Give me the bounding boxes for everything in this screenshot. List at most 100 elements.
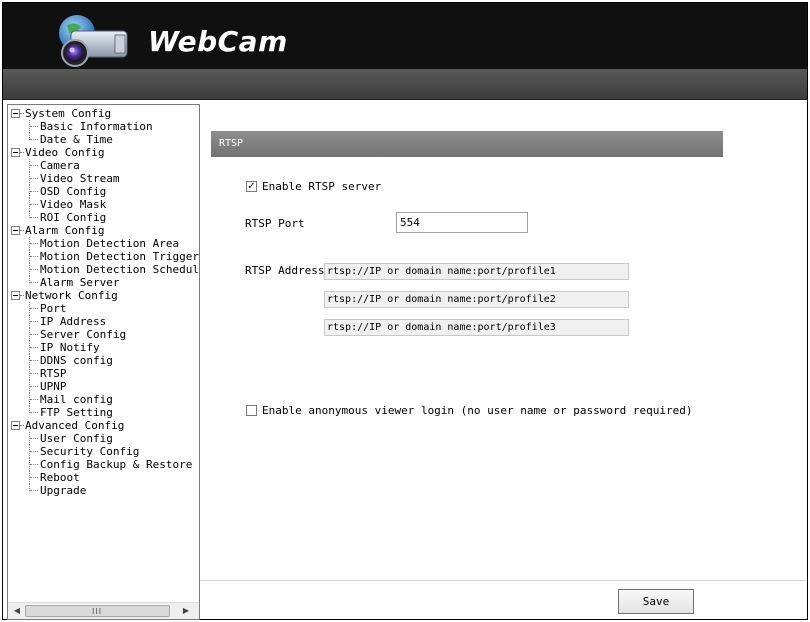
tree-item-port[interactable]: Port (8, 302, 199, 315)
tree-item-ip-address[interactable]: IP Address (8, 315, 199, 328)
tree-item-label: ROI Config (40, 211, 107, 224)
tree-connector (30, 321, 38, 322)
tree-item-label: Upgrade (40, 484, 87, 497)
tree-connector (30, 308, 38, 309)
tree-item-security-config[interactable]: Security Config (8, 445, 199, 458)
anonymous-login-checkbox[interactable] (246, 405, 257, 416)
tree-item-label: Video Mask (40, 198, 107, 211)
rtsp-address-field-3[interactable]: rtsp://IP or domain name:port/profile3 (324, 319, 629, 336)
tree-item-upgrade[interactable]: Upgrade (8, 484, 199, 497)
tree-group-network-config[interactable]: Network Config (8, 289, 199, 302)
tree-item-label: User Config (40, 432, 113, 445)
tree-item-ddns-config[interactable]: DDNS config (8, 354, 199, 367)
tree-item-label: OSD Config (40, 185, 107, 198)
tree-item-label: DDNS config (40, 354, 113, 367)
tree-item-server-config[interactable]: Server Config (8, 328, 199, 341)
tree-item-label: Port (40, 302, 67, 315)
tree-connector (30, 178, 38, 179)
tree-item-label: Alarm Config (25, 224, 105, 237)
collapse-toggle-icon[interactable] (11, 421, 20, 430)
tree-connector (30, 477, 38, 478)
tree-connector (30, 269, 38, 270)
rtsp-address-field-2[interactable]: rtsp://IP or domain name:port/profile2 (324, 291, 629, 308)
tree-item-upnp[interactable]: UPNP (8, 380, 199, 393)
tree-item-motion-detection-trigger[interactable]: Motion Detection Trigger (8, 250, 199, 263)
tree-item-label: Basic Information (40, 120, 153, 133)
tree-connector (30, 490, 38, 491)
tree-group-alarm-config[interactable]: Alarm Config (8, 224, 199, 237)
tree-item-label: RTSP (40, 367, 67, 380)
tree-item-label: Server Config (40, 328, 127, 341)
tree-item-reboot[interactable]: Reboot (8, 471, 199, 484)
tree-item-video-mask[interactable]: Video Mask (8, 198, 199, 211)
tree-connector (30, 386, 38, 387)
tree-item-date-time[interactable]: Date & Time (8, 133, 199, 146)
horizontal-scrollbar[interactable]: ◀ III ▶ (8, 602, 199, 619)
tree-item-roi-config[interactable]: ROI Config (8, 211, 199, 224)
tree-group-video-config[interactable]: Video Config (8, 146, 199, 159)
scroll-grip-icon: III (92, 607, 103, 616)
tree-connector (30, 243, 38, 244)
tree-connector (30, 438, 38, 439)
tree-connector (20, 295, 24, 296)
collapse-toggle-icon[interactable] (11, 291, 20, 300)
webcam-logo-icon (59, 15, 128, 67)
tree-item-label: IP Notify (40, 341, 100, 354)
collapse-toggle-icon[interactable] (11, 226, 20, 235)
collapse-toggle-icon[interactable] (11, 109, 20, 118)
tree-item-config-backup-restore[interactable]: Config Backup & Restore (8, 458, 199, 471)
logo-text: WebCam (148, 25, 288, 58)
tree-connector (30, 139, 38, 140)
tree-item-alarm-server[interactable]: Alarm Server (8, 276, 199, 289)
tree-item-label: FTP Setting (40, 406, 113, 419)
tree-item-label: Security Config (40, 445, 140, 458)
tree-item-label: Config Backup & Restore (40, 458, 193, 471)
rtsp-address-field-1[interactable]: rtsp://IP or domain name:port/profile1 (324, 263, 629, 280)
scroll-left-arrow-icon[interactable]: ◀ (12, 606, 22, 616)
tree-item-label: UPNP (40, 380, 67, 393)
tree-connector (20, 152, 24, 153)
tree-item-label: Motion Detection Area (40, 237, 180, 250)
header: WebCam (3, 3, 807, 69)
tree-item-rtsp[interactable]: RTSP (8, 367, 199, 380)
enable-rtsp-label: Enable RTSP server (262, 180, 382, 193)
tree-item-user-config[interactable]: User Config (8, 432, 199, 445)
tree-item-label: Network Config (25, 289, 118, 302)
tree-connector (30, 373, 38, 374)
enable-rtsp-checkbox[interactable]: ✓ (246, 181, 257, 192)
rtsp-port-label: RTSP Port (245, 217, 305, 230)
tree-group-advanced-config[interactable]: Advanced Config (8, 419, 199, 432)
tree-connector (30, 204, 38, 205)
tree-item-ftp-setting[interactable]: FTP Setting (8, 406, 199, 419)
rtsp-port-input[interactable]: 554 (396, 212, 528, 233)
save-button[interactable]: Save (618, 589, 694, 614)
anonymous-login-label: Enable anonymous viewer login (no user n… (262, 404, 693, 417)
tree-item-motion-detection-area[interactable]: Motion Detection Area (8, 237, 199, 250)
tree-item-osd-config[interactable]: OSD Config (8, 185, 199, 198)
collapse-toggle-icon[interactable] (11, 148, 20, 157)
tree-item-mail-config[interactable]: Mail config (8, 393, 199, 406)
scroll-thumb[interactable]: III (25, 605, 170, 617)
tree-connector (30, 165, 38, 166)
tree-item-label: Date & Time (40, 133, 113, 146)
sidebar: System Config Basic Information Date & Tim… (7, 104, 200, 620)
tree-connector (30, 126, 38, 127)
tree-connector (30, 334, 38, 335)
footer-divider (200, 580, 807, 581)
tree-item-ip-notify[interactable]: IP Notify (8, 341, 199, 354)
tree-item-label: Motion Detection Schedul (40, 263, 199, 276)
tree-item-video-stream[interactable]: Video Stream (8, 172, 199, 185)
rtsp-address-label: RTSP Address (245, 264, 325, 277)
section-title: RTSP (211, 131, 723, 157)
scroll-right-arrow-icon[interactable]: ▶ (181, 606, 191, 616)
tree-connector (30, 347, 38, 348)
tree-item-camera[interactable]: Camera (8, 159, 199, 172)
tree-connector (30, 451, 38, 452)
tree-item-motion-detection-schedul[interactable]: Motion Detection Schedul (8, 263, 199, 276)
tree-item-label: Video Config (25, 146, 105, 159)
tree-item-label: Reboot (40, 471, 80, 484)
tree-connector (30, 256, 38, 257)
tree-item-basic-information[interactable]: Basic Information (8, 120, 199, 133)
tree-group-system-config[interactable]: System Config (8, 107, 199, 120)
main-content: RTSP ✓ Enable RTSP server RTSP Port 554 … (200, 100, 807, 620)
